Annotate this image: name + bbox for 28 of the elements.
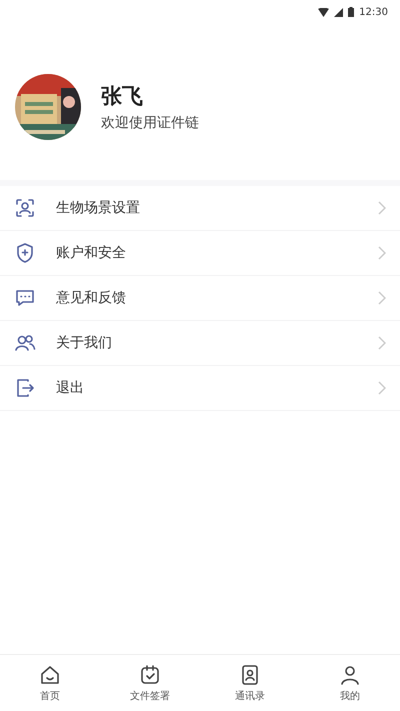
chevron-icon (378, 381, 386, 395)
face-scan-icon (14, 197, 36, 219)
chevron-icon (378, 246, 386, 260)
shield-icon (14, 242, 36, 264)
home-icon (39, 664, 61, 686)
person-icon (339, 664, 361, 686)
menu-item[interactable]: 生物场景设置 (0, 186, 400, 231)
chevron-icon (378, 291, 386, 305)
battery-icon (348, 7, 354, 17)
tab-item[interactable]: 首页 (0, 655, 100, 711)
tab-item[interactable]: 文件签署 (100, 655, 200, 711)
tab-item[interactable]: 通讯录 (200, 655, 300, 711)
chevron-icon (378, 201, 386, 215)
tab-item[interactable]: 我的 (300, 655, 400, 711)
wifi-icon (318, 8, 330, 16)
status-time: 12:30 (359, 6, 388, 18)
calendar-check-icon (139, 664, 161, 686)
contact-card-icon (239, 664, 261, 686)
menu-item[interactable]: 退出 (0, 366, 400, 411)
menu-item[interactable]: 关于我们 (0, 321, 400, 366)
menu-item[interactable]: 账户和安全 (0, 231, 400, 276)
signal-icon (334, 8, 344, 16)
menu-item[interactable]: 意见和反馈 (0, 276, 400, 321)
chat-bubble-icon (14, 287, 36, 309)
user-name: 张飞 (101, 83, 144, 110)
welcome-text: 欢迎使用证件链 (101, 114, 199, 132)
exit-icon (14, 377, 36, 399)
chevron-icon (378, 336, 386, 350)
